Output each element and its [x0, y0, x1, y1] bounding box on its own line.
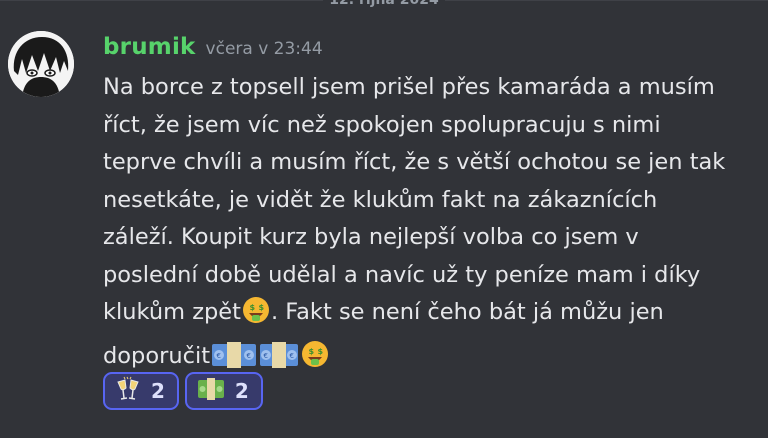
reaction-clinking-glasses[interactable]: 2: [103, 372, 179, 410]
message-text: . Fakt se není čeho bát já můžu jen: [270, 299, 664, 325]
reactions-bar: 2 2: [103, 372, 263, 410]
svg-text:€: €: [290, 352, 294, 360]
dollar-banknote-icon: [197, 377, 225, 406]
message-text: doporučit: [103, 342, 211, 369]
reaction-count: 2: [151, 379, 165, 403]
message-line: Na borce z topsell jsem prišel přes kama…: [103, 74, 715, 100]
username[interactable]: brumik: [103, 34, 196, 60]
reaction-count: 2: [234, 379, 249, 403]
svg-text:$: $: [318, 347, 324, 356]
money-mouth-face-icon[interactable]: $ $: [241, 295, 271, 338]
message-content: Na borce z topsell jsem prišel přes kama…: [103, 69, 743, 381]
svg-text:€: €: [217, 352, 221, 360]
svg-text:€: €: [247, 352, 251, 360]
date-divider: 12. října 2024: [0, 0, 768, 10]
message-text: klukům zpět: [103, 299, 241, 325]
money-mouth-face-icon[interactable]: $ $: [300, 339, 330, 382]
message-line: záleží. Koupit kurz byla nejlepší volba …: [103, 224, 639, 250]
message-timestamp[interactable]: včera v 23:44: [206, 39, 323, 59]
avatar[interactable]: [8, 31, 74, 97]
svg-text:$: $: [249, 303, 255, 312]
clinking-glasses-icon: [115, 376, 141, 407]
message-header: brumik včera v 23:44: [103, 34, 323, 60]
message-line: teprve chvíli a musím říct, že s větší o…: [103, 149, 726, 175]
date-divider-label: 12. října 2024: [323, 0, 445, 8]
message-line: nesetkáte, je vidět že klukům fakt na zá…: [103, 186, 658, 213]
avatar-image: [8, 31, 74, 97]
message-line: říct, že jsem víc než spokojen spoluprac…: [103, 111, 661, 138]
euro-banknote-icon[interactable]: € €: [258, 339, 300, 382]
svg-text:$: $: [309, 347, 315, 356]
svg-text:€: €: [264, 352, 268, 360]
message-line: klukům zpět $ $ . Fakt se není čeho bát …: [103, 294, 743, 338]
message-line: poslední době udělal a navíc už ty peníz…: [103, 261, 701, 288]
reaction-dollar-banknote[interactable]: 2: [184, 372, 263, 410]
svg-text:$: $: [258, 303, 264, 312]
